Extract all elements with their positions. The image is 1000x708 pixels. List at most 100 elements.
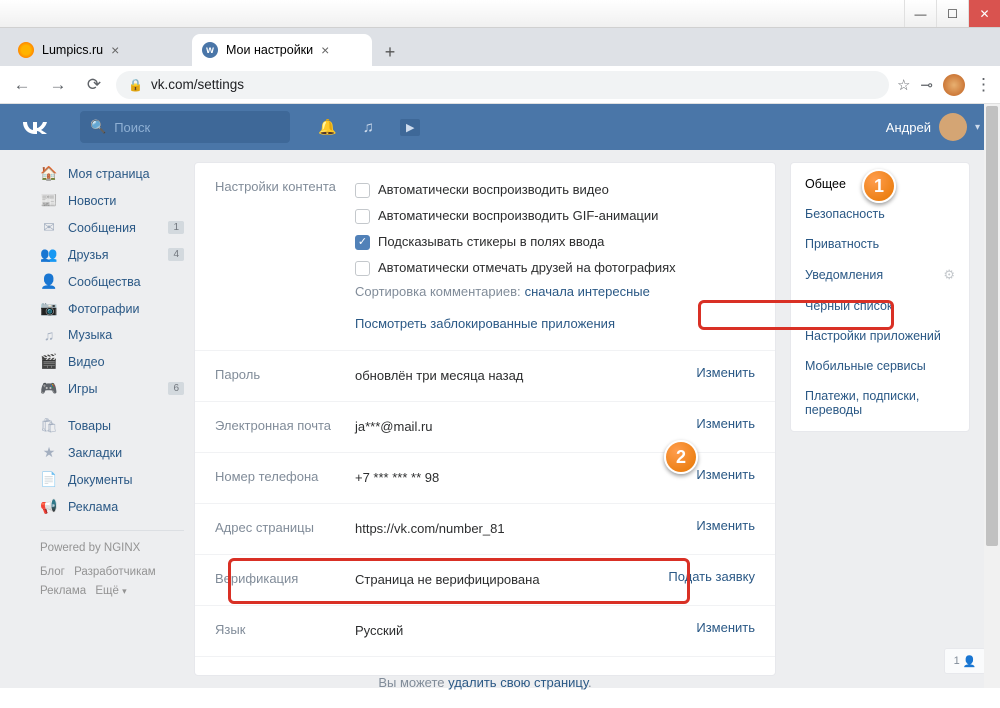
change-lang-link[interactable]: Изменить — [696, 620, 755, 635]
address-input[interactable]: 🔒 vk.com/settings — [116, 71, 889, 99]
address-bar: ← → ⟳ 🔒 vk.com/settings ☆ ⊸ ⋮ — [0, 66, 1000, 104]
docs-icon: 📄 — [40, 471, 58, 488]
sidebar-item-friends[interactable]: 👥Друзья4 — [30, 241, 194, 268]
row-content-settings: Настройки контента Автоматически воспрои… — [195, 163, 775, 351]
user-menu[interactable]: Андрей ▾ — [886, 113, 980, 141]
footer-ads[interactable]: Реклама — [40, 585, 86, 597]
sidebar-item-video[interactable]: 🎬Видео — [30, 348, 194, 375]
sidebar-item-ads[interactable]: 📢Реклама — [30, 493, 194, 520]
search-icon: 🔍 — [90, 119, 106, 135]
row-url: Адрес страницы https://vk.com/number_81 … — [195, 504, 775, 555]
vk-header: 🔍 Поиск 🔔 ♫ ▶ Андрей ▾ — [0, 104, 1000, 150]
back-button[interactable]: ← — [8, 71, 36, 99]
tab-notifications[interactable]: Уведомления⚙ — [791, 259, 969, 291]
settings-panel: Настройки контента Автоматически воспрои… — [194, 162, 776, 676]
window-maximize[interactable]: ☐ — [936, 0, 968, 27]
tab-close-icon[interactable]: × — [111, 42, 119, 58]
market-icon: 🛍 — [40, 417, 58, 434]
friends-online-widget[interactable]: 1 👤 — [944, 648, 986, 674]
music-icon[interactable]: ♫ — [363, 119, 374, 136]
sidebar-item-music[interactable]: ♫Музыка — [30, 322, 194, 348]
checkbox-autotag-friends[interactable] — [355, 261, 370, 276]
row-phone: Номер телефона +7 *** *** ** 98 Изменить — [195, 453, 775, 504]
browser-tabs: Lumpics.ru × w Мои настройки × + — [0, 28, 1000, 66]
sidebar-item-bookmarks[interactable]: ★Закладки — [30, 439, 194, 466]
sidebar-item-groups[interactable]: 👤Сообщества — [30, 268, 194, 295]
vk-logo[interactable] — [20, 114, 80, 140]
sidebar-item-games[interactable]: 🎮Игры6 — [30, 375, 194, 402]
scrollbar-thumb[interactable] — [986, 106, 998, 546]
sidebar-item-photos[interactable]: 📷Фотографии — [30, 295, 194, 322]
profile-avatar-icon[interactable] — [943, 74, 965, 96]
key-icon[interactable]: ⊸ — [920, 76, 933, 94]
vk-body: 🏠Моя страница 📰Новости ✉Сообщения1 👥Друз… — [0, 150, 1000, 688]
play-icon[interactable]: ▶ — [400, 119, 420, 136]
music-icon: ♫ — [40, 327, 58, 343]
checkbox-sticker-hints[interactable]: ✓ — [355, 235, 370, 250]
gear-icon[interactable]: ⚙ — [943, 267, 955, 283]
tab-lumpics[interactable]: Lumpics.ru × — [8, 34, 188, 66]
sidebar-item-news[interactable]: 📰Новости — [30, 187, 194, 214]
bookmarks-icon: ★ — [40, 444, 58, 461]
messages-icon: ✉ — [40, 219, 58, 236]
browser-menu-icon[interactable]: ⋮ — [975, 75, 992, 95]
search-input[interactable]: 🔍 Поиск — [80, 111, 290, 143]
tab-payments[interactable]: Платежи, подписки, переводы — [791, 381, 969, 425]
window-close[interactable]: ✕ — [968, 0, 1000, 27]
powered-by: Powered by NGINX — [40, 530, 184, 557]
reload-button[interactable]: ⟳ — [80, 71, 108, 99]
lang-value: Русский — [355, 620, 655, 642]
change-phone-link[interactable]: Изменить — [696, 467, 755, 482]
verify-request-link[interactable]: Подать заявку — [668, 569, 755, 584]
forward-button[interactable]: → — [44, 71, 72, 99]
tab-apps[interactable]: Настройки приложений — [791, 321, 969, 351]
home-icon: 🏠 — [40, 165, 58, 182]
tab-security[interactable]: Безопасность — [791, 199, 969, 229]
footer-more[interactable]: Ещё ▾ — [95, 585, 126, 597]
photos-icon: 📷 — [40, 300, 58, 317]
settings-sidebar: Общее Безопасность Приватность Уведомлен… — [790, 162, 970, 432]
footer-blog[interactable]: Блог — [40, 566, 65, 578]
sidebar-item-mypage[interactable]: 🏠Моя страница — [30, 160, 194, 187]
favicon-vk: w — [202, 42, 218, 58]
tab-mobile[interactable]: Мобильные сервисы — [791, 351, 969, 381]
window-chrome: — ☐ ✕ — [0, 0, 1000, 28]
tab-blocklist[interactable]: Чёрный список — [791, 291, 969, 321]
delete-page-row: Вы можете удалить свою страницу. — [195, 657, 775, 708]
change-password-link[interactable]: Изменить — [696, 365, 755, 380]
chevron-down-icon: ▾ — [975, 122, 980, 133]
window-minimize[interactable]: — — [904, 0, 936, 27]
user-name: Андрей — [886, 120, 931, 135]
blocked-apps-link[interactable]: Посмотреть заблокированные приложения — [355, 316, 615, 331]
badge: 6 — [168, 382, 184, 395]
phone-value: +7 *** *** ** 98 — [355, 467, 655, 489]
tab-privacy[interactable]: Приватность — [791, 229, 969, 259]
sidebar-item-market[interactable]: 🛍Товары — [30, 412, 194, 439]
news-icon: 📰 — [40, 192, 58, 209]
email-value: ja***@mail.ru — [355, 416, 655, 438]
verify-value: Страница не верифицирована — [355, 569, 655, 591]
video-icon: 🎬 — [40, 353, 58, 370]
sidebar-item-docs[interactable]: 📄Документы — [30, 466, 194, 493]
change-email-link[interactable]: Изменить — [696, 416, 755, 431]
new-tab-button[interactable]: + — [376, 38, 404, 66]
sidebar-item-messages[interactable]: ✉Сообщения1 — [30, 214, 194, 241]
search-placeholder: Поиск — [114, 120, 150, 135]
row-language: Язык Русский Изменить — [195, 606, 775, 657]
checkbox-autoplay-video[interactable] — [355, 183, 370, 198]
tab-label: Мои настройки — [226, 43, 313, 57]
checkbox-autoplay-gif[interactable] — [355, 209, 370, 224]
comment-sort-link[interactable]: сначала интересные — [525, 284, 650, 299]
tab-label: Lumpics.ru — [42, 43, 103, 57]
tab-general[interactable]: Общее — [791, 169, 969, 199]
row-verification: Верификация Страница не верифицирована П… — [195, 555, 775, 606]
user-avatar — [939, 113, 967, 141]
row-password: Пароль обновлён три месяца назад Изменит… — [195, 351, 775, 402]
change-url-link[interactable]: Изменить — [696, 518, 755, 533]
tab-close-icon[interactable]: × — [321, 42, 329, 58]
footer-dev[interactable]: Разработчикам — [74, 566, 156, 578]
friends-icon: 👥 — [40, 246, 58, 263]
notifications-icon[interactable]: 🔔 — [318, 118, 337, 136]
tab-vk-settings[interactable]: w Мои настройки × — [192, 34, 372, 66]
bookmark-icon[interactable]: ☆ — [897, 76, 910, 94]
